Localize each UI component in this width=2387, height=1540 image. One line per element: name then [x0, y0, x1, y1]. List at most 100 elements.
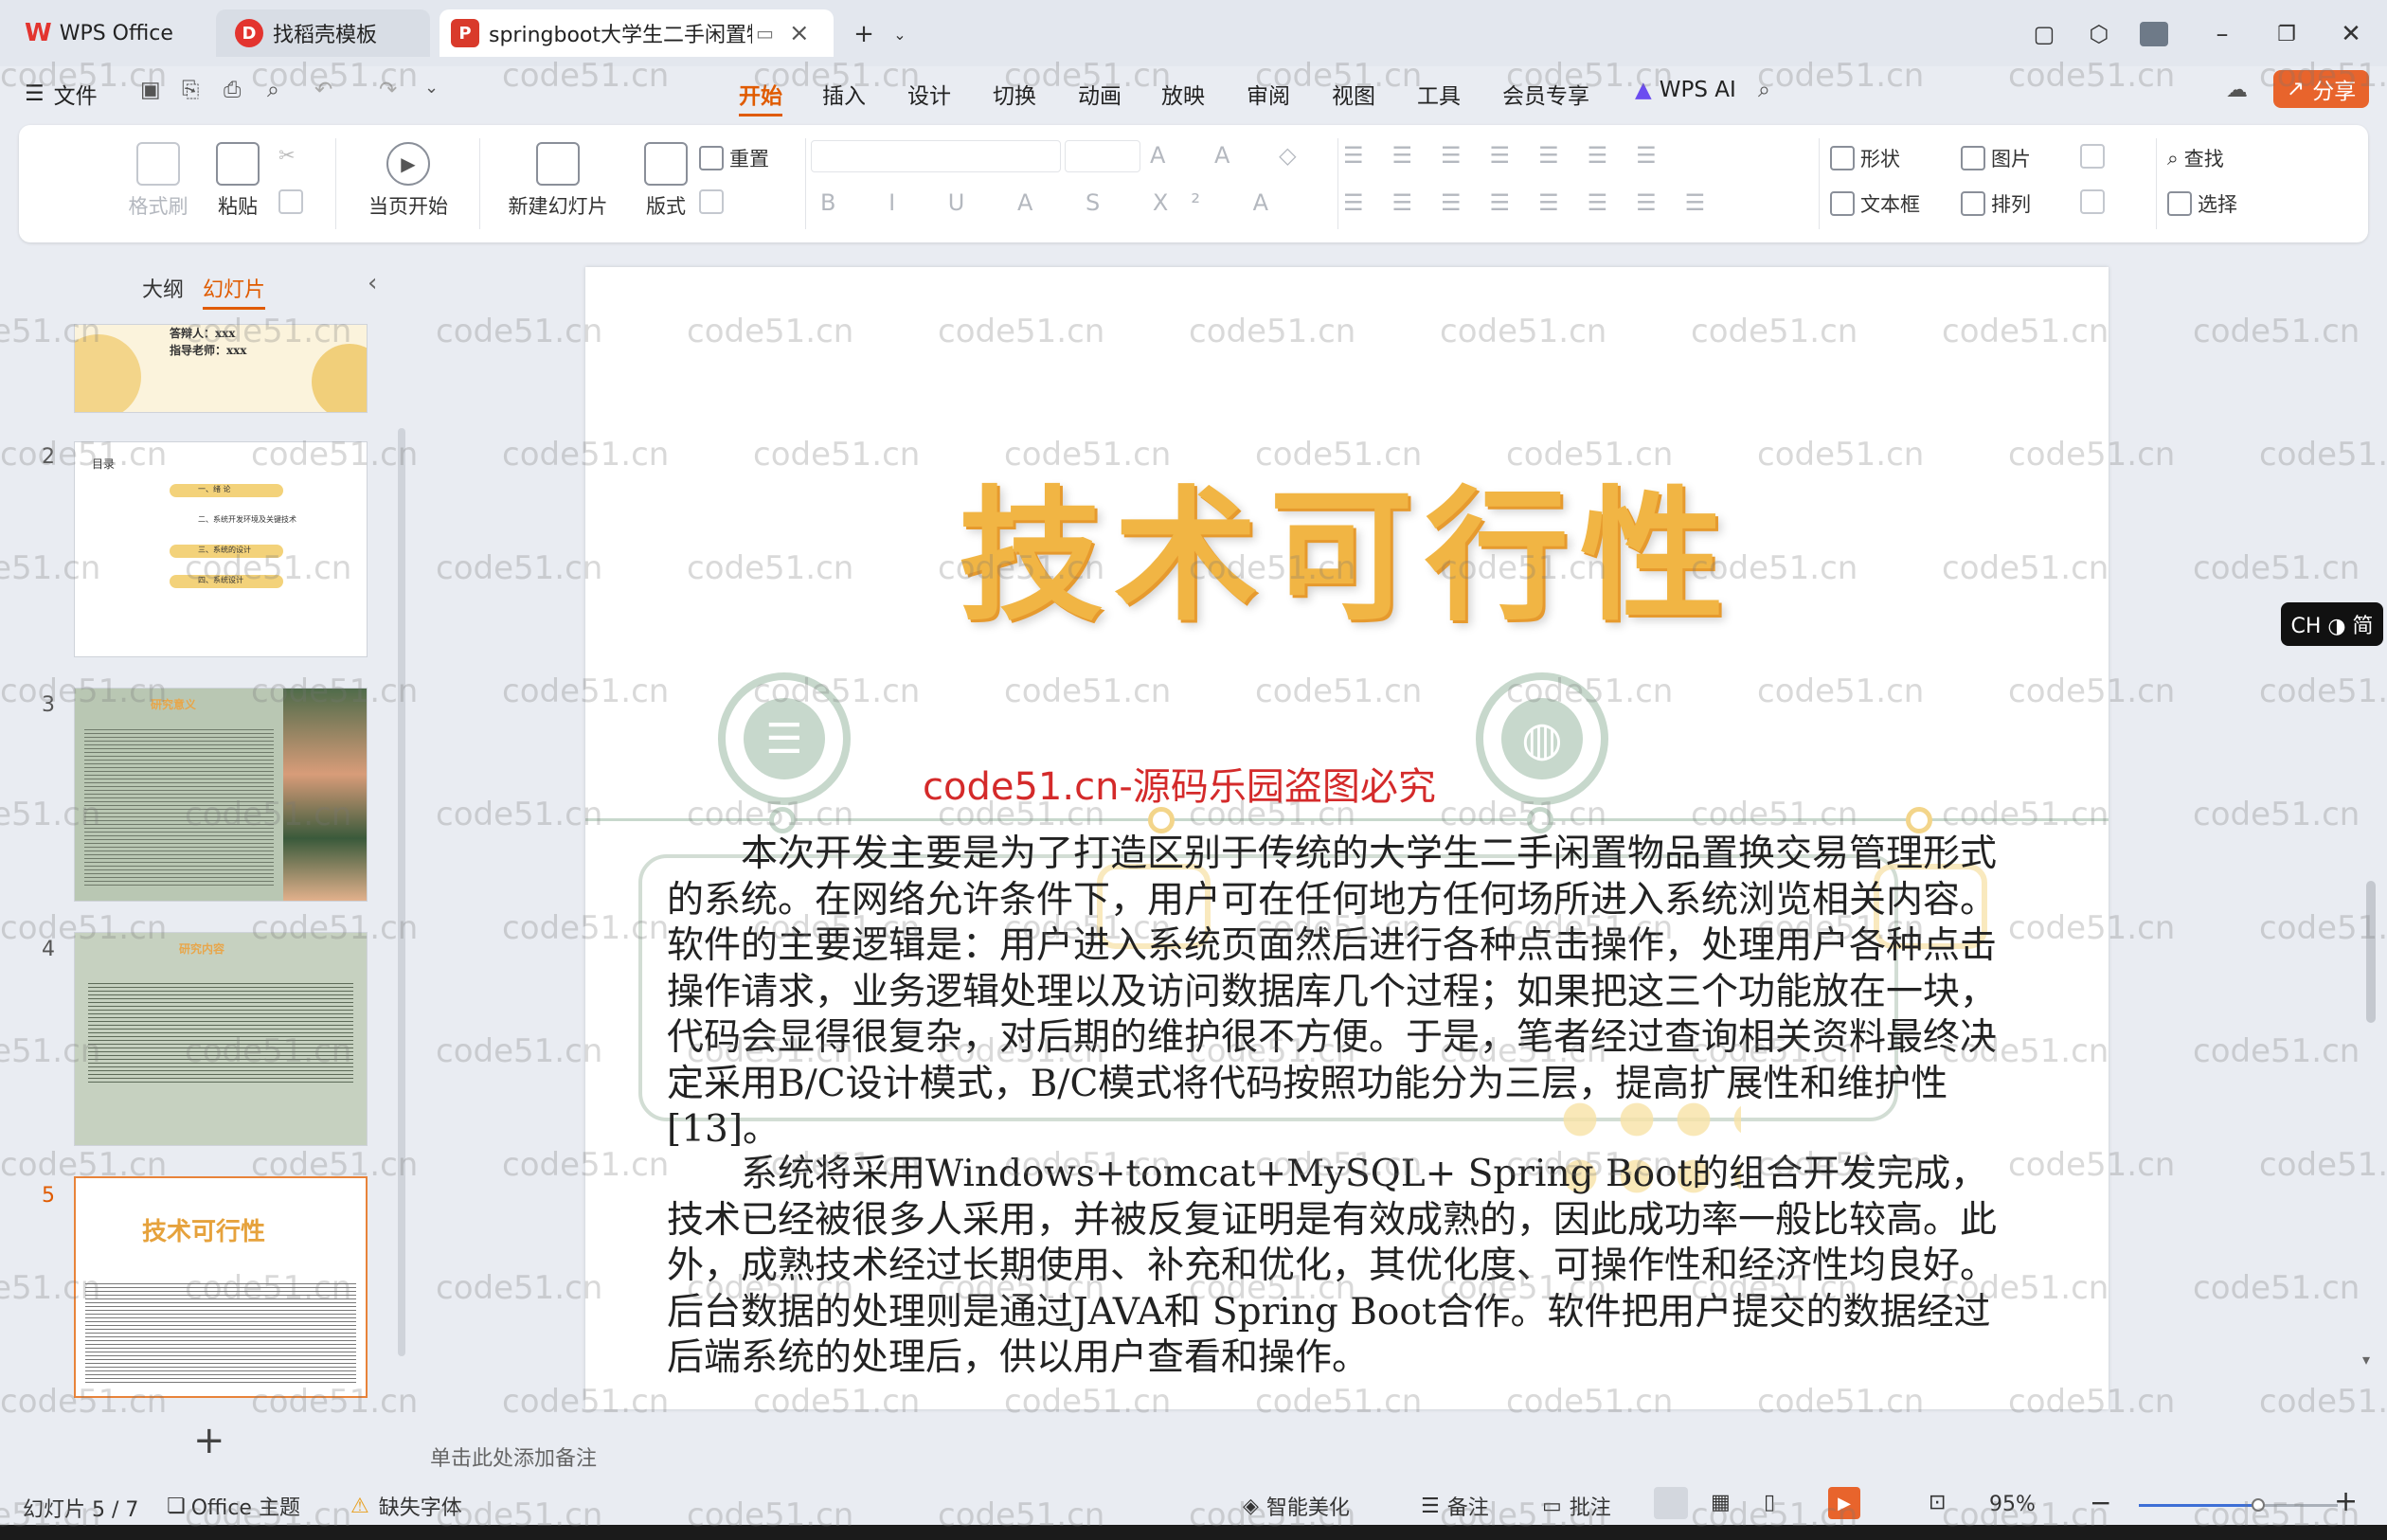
add-slide-icon[interactable]: +: [193, 1419, 225, 1462]
section-button[interactable]: [699, 189, 729, 214]
window-layout-icon[interactable]: ▢: [2025, 15, 2063, 53]
share-button[interactable]: ↗ 分享: [2273, 70, 2370, 108]
notes-pane[interactable]: 单击此处添加备注: [417, 1430, 2349, 1487]
slide-canvas[interactable]: ☰ ◍ 技术可行性 code51.cn-源码乐园盗图必究 本次开发主要是为了打造…: [585, 267, 2109, 1409]
close-tab-icon[interactable]: ×: [789, 19, 810, 47]
file-menu-label: 文件: [53, 84, 98, 109]
slide-thumbnail-3[interactable]: 研究意义: [74, 688, 368, 902]
textbox-button[interactable]: 文本框: [1830, 189, 1920, 218]
print-icon[interactable]: ⎙: [224, 78, 241, 102]
thumb2-title: 目录: [92, 457, 116, 471]
tab-home[interactable]: 开始: [739, 78, 782, 116]
slide-thumbnail-5-selected[interactable]: 技术可行性: [74, 1176, 368, 1398]
picture-button[interactable]: 图片: [1961, 144, 2031, 172]
format-painter-button[interactable]: 格式刷: [125, 142, 191, 220]
search-icon[interactable]: ⌕: [1758, 78, 1770, 102]
paragraph-tools-row2[interactable]: ☰☰☰☰☰☰☰☰: [1343, 189, 1733, 216]
tab-view[interactable]: 视图: [1332, 78, 1375, 110]
select-button[interactable]: 选择: [2167, 189, 2237, 218]
cube-icon[interactable]: ⬡: [2080, 15, 2118, 53]
find-button[interactable]: ⌕ 查找: [2167, 144, 2224, 172]
fit-window-icon[interactable]: ⊡: [1929, 1491, 1946, 1514]
grid-view-icon[interactable]: ▦: [1711, 1491, 1731, 1514]
new-slide-button[interactable]: 新建幻灯片: [487, 142, 629, 220]
tab-transition[interactable]: 切换: [993, 78, 1036, 110]
print-preview-icon[interactable]: ⌕: [267, 78, 279, 102]
scroll-down-icon[interactable]: ▾: [2362, 1351, 2370, 1369]
outline-button[interactable]: [2080, 189, 2110, 214]
export-icon[interactable]: ⎘: [182, 78, 199, 102]
layout-button[interactable]: 版式: [633, 142, 699, 220]
tab-list-chevron-icon[interactable]: ⌄: [881, 15, 919, 53]
comments-button[interactable]: ▭ 批注: [1542, 1491, 1611, 1521]
panel-scrollbar[interactable]: [398, 428, 405, 1356]
reset-button[interactable]: 重置: [699, 144, 769, 172]
zoom-out-icon[interactable]: −: [2090, 1487, 2111, 1518]
slide-thumbnail-4[interactable]: 研究内容: [74, 932, 368, 1146]
ime-indicator[interactable]: CH ◑ 简: [2281, 602, 2383, 646]
copyright-watermark-text: code51.cn-源码乐园盗图必究: [923, 765, 1436, 809]
zoom-slider[interactable]: [2139, 1498, 2338, 1512]
wps-ai-button[interactable]: ▲ WPS AI: [1635, 78, 1736, 102]
menu-bar: ☰ 文件 ▣ ⎘ ⎙ ⌕ ↶ ↷ ⌄ 开始 插入 设计 切换 动画 放映 审阅 …: [0, 66, 2387, 121]
notes-placeholder[interactable]: 单击此处添加备注: [430, 1442, 597, 1472]
tab-current-presentation[interactable]: P springboot大学生二手闲置物 ▭ ×: [440, 9, 834, 57]
tab-review[interactable]: 审阅: [1247, 78, 1290, 110]
canvas-scrollbar[interactable]: [2366, 881, 2376, 1023]
zoom-in-icon[interactable]: +: [2334, 1485, 2358, 1518]
cut-icon[interactable]: ✂: [278, 144, 296, 167]
paragraph-tools-row1[interactable]: ☰☰☰☰☰☰☰: [1343, 142, 1685, 169]
tab-docer-templates[interactable]: D 找稻壳模板: [216, 9, 430, 57]
outline-tab[interactable]: 大纲: [142, 273, 184, 303]
missing-font-indicator[interactable]: ⚠ 缺失字体: [350, 1491, 462, 1521]
flower-decoration: [312, 344, 367, 412]
play-from-current-button[interactable]: ▶ 当页开始: [347, 142, 470, 220]
redo-icon[interactable]: ↷: [379, 78, 397, 102]
minimize-icon[interactable]: –: [2203, 15, 2241, 53]
quick-access-chevron-icon[interactable]: ⌄: [424, 78, 439, 98]
thumb4-title: 研究内容: [179, 942, 225, 956]
font-size-tools[interactable]: A A ◇: [1150, 142, 1318, 169]
magnifier-icon: ⌕: [2167, 146, 2179, 170]
tab-slideshow[interactable]: 放映: [1161, 78, 1205, 110]
arrange-button[interactable]: 排列: [1961, 189, 2031, 218]
tab-design[interactable]: 设计: [907, 78, 951, 110]
slide-thumbnail-1[interactable]: 答辩人：xxx 指导老师：xxx: [74, 324, 368, 413]
beautify-icon: ◈: [1243, 1494, 1259, 1518]
font-family-select[interactable]: [811, 140, 1061, 172]
undo-icon[interactable]: ↶: [314, 78, 332, 102]
font-size-select[interactable]: [1065, 140, 1140, 172]
notes-toggle-button[interactable]: ☰ 备注: [1421, 1491, 1489, 1521]
cloud-upload-icon[interactable]: ☁: [2226, 78, 2248, 102]
zoom-slider-thumb[interactable]: [2252, 1498, 2265, 1512]
copy-icon[interactable]: [278, 189, 309, 214]
file-menu[interactable]: ☰ 文件: [25, 78, 98, 110]
tab-tools[interactable]: 工具: [1417, 78, 1461, 110]
slides-tab[interactable]: 幻灯片: [203, 273, 266, 310]
tab-animation[interactable]: 动画: [1078, 78, 1122, 110]
tab-insert[interactable]: 插入: [822, 78, 866, 110]
tab-member[interactable]: 会员专享: [1502, 78, 1589, 110]
slide-title: 技术可行性: [959, 471, 1735, 640]
normal-view-icon[interactable]: [1654, 1487, 1688, 1519]
new-tab-icon[interactable]: +: [845, 15, 883, 53]
avatar[interactable]: [2135, 15, 2173, 53]
slide-number: 4: [42, 938, 55, 961]
outline-icon: [2080, 189, 2105, 214]
paste-button[interactable]: 粘贴: [205, 142, 271, 220]
collapse-panel-icon[interactable]: ‹: [368, 269, 377, 297]
smart-beautify-button[interactable]: ◈ 智能美化: [1243, 1491, 1350, 1521]
text-format-tools[interactable]: B I U A S X² A: [820, 189, 1291, 216]
theme-indicator[interactable]: ❏ Office 主题: [167, 1491, 300, 1521]
zoom-level[interactable]: 95%: [1989, 1493, 2036, 1516]
save-icon[interactable]: ▣: [140, 78, 161, 102]
textbox-label: 文本框: [1860, 193, 1920, 216]
fill-button[interactable]: [2080, 144, 2110, 169]
reading-view-icon[interactable]: ▯: [1764, 1491, 1775, 1514]
slide-thumbnail-2[interactable]: 目录 一、绪 论 二、系统开发环境及关键技术 三、系统的设计 四、系统设计: [74, 441, 368, 657]
tab-wps-office[interactable]: W WPS Office: [9, 9, 203, 57]
restore-icon[interactable]: ❐: [2268, 15, 2306, 53]
shape-button[interactable]: 形状: [1830, 144, 1900, 172]
close-window-icon[interactable]: ✕: [2332, 15, 2370, 53]
play-slideshow-icon[interactable]: ▶: [1828, 1487, 1860, 1519]
